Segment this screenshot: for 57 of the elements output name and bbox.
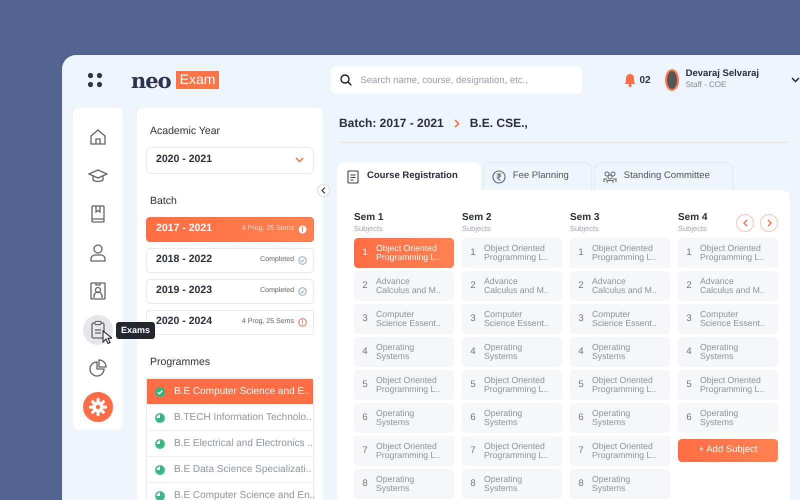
previous-button[interactable] <box>736 214 754 232</box>
programme-item[interactable]: B.E Computer Science and E.. <box>147 379 313 406</box>
programme-item[interactable]: B.E Data Science Specializati.. <box>147 457 313 484</box>
add-subject-button[interactable]: + Add Subject <box>678 438 778 462</box>
settings-icon <box>88 396 108 416</box>
semester-title: Sem 4 <box>678 212 708 223</box>
section-label: Batch <box>150 194 178 209</box>
notification-count: 02 <box>639 74 651 88</box>
cursor-icon <box>102 330 112 344</box>
pie-chart-icon <box>88 358 108 378</box>
breadcrumb-current: B.E. CSE., <box>470 115 528 132</box>
semester-title: Sem 3 <box>570 212 600 223</box>
tab[interactable]: Standing Committee <box>594 162 733 190</box>
progress-circle-icon <box>155 412 165 423</box>
menu-icon[interactable] <box>87 72 103 88</box>
programme-item[interactable]: B.E Computer Science and En.. <box>147 483 313 500</box>
chevron-right-icon <box>766 219 772 227</box>
breadcrumb-link[interactable]: Batch: 2017 - 2021 <box>339 114 444 132</box>
semester-title: Sem 1 <box>354 212 384 223</box>
chevron-left-icon <box>742 219 748 227</box>
people-icon <box>602 168 617 184</box>
chevron-left-icon <box>321 187 326 194</box>
tab[interactable]: Course Registration <box>337 162 481 190</box>
chevron-down-icon <box>295 157 304 164</box>
year-select[interactable]: 2020 - 2021 <box>146 146 314 174</box>
progress-circle-icon <box>155 438 165 449</box>
home-icon <box>88 127 108 147</box>
chevron-down-icon[interactable] <box>791 77 800 83</box>
clipboard-icon <box>346 168 360 184</box>
check-circle-icon <box>298 286 307 296</box>
field-label: Academic Year <box>150 124 222 139</box>
info-icon <box>298 224 307 234</box>
check-circle-icon <box>298 256 307 264</box>
logo-text: neo <box>131 70 171 90</box>
check-circle-icon <box>155 386 165 397</box>
rupee-icon <box>492 168 506 184</box>
semester-title: Sem 2 <box>462 212 492 223</box>
next-button[interactable] <box>760 214 778 232</box>
tab[interactable]: Fee Planning <box>482 162 592 190</box>
id-badge-icon <box>88 281 108 301</box>
collapse-button[interactable] <box>317 184 330 197</box>
user-icon <box>88 242 108 262</box>
user-name: Devaraj Selvaraj <box>686 68 759 80</box>
programme-item[interactable]: B.E Electrical and Electronics .. <box>147 431 313 458</box>
sidebar-item[interactable] <box>83 392 113 422</box>
section-label: Programmes <box>150 354 212 370</box>
alert-circle-icon <box>298 318 307 326</box>
logo-badge: Exam <box>176 71 220 89</box>
search-field[interactable]: Search name, course, designation, etc., <box>331 66 582 94</box>
user-role: Staff - COE <box>686 79 728 92</box>
tooltip: Exams <box>116 322 156 339</box>
bell-icon[interactable] <box>624 73 636 87</box>
progress-circle-icon <box>155 490 165 500</box>
chevron-right-icon <box>454 118 460 128</box>
progress-circle-icon <box>155 464 165 475</box>
avatar-placeholder <box>664 69 679 91</box>
programme-item[interactable]: B.TECH Information Technolo.. <box>147 405 313 432</box>
